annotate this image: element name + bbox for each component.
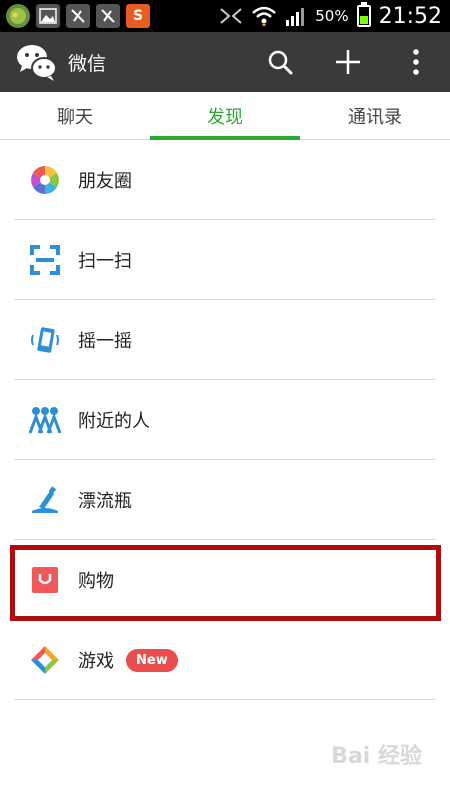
list-item-shake[interactable]: 摇一摇	[0, 300, 450, 380]
list-item-games[interactable]: 游戏 New	[0, 620, 450, 700]
network-activity-icon	[220, 8, 242, 24]
drift-bottle-icon	[28, 483, 62, 517]
wechat-logo-icon	[14, 39, 60, 85]
battery-percent: 50%	[315, 7, 349, 25]
list-item-moments[interactable]: 朋友圈	[0, 140, 450, 220]
list-item-label: 购物	[78, 571, 114, 592]
people-nearby-icon	[28, 403, 62, 437]
list-item-scan[interactable]: 扫一扫	[0, 220, 450, 300]
list-item-label: 附近的人	[78, 411, 150, 432]
search-button[interactable]	[246, 32, 314, 92]
list-item-label: 朋友圈	[78, 171, 132, 192]
games-icon	[28, 643, 62, 677]
app-title: 微信	[68, 52, 107, 75]
add-button[interactable]	[314, 32, 382, 92]
shopping-icon	[28, 563, 62, 597]
tab-contacts[interactable]: 通讯录	[300, 92, 450, 139]
list-item-label: 游戏	[78, 651, 114, 672]
sogou-notification-icon: S	[126, 4, 150, 28]
image-notification-icon	[36, 4, 60, 28]
list-item-drift-bottle[interactable]: 漂流瓶	[0, 460, 450, 540]
status-notifications: S	[0, 4, 150, 28]
tab-discover[interactable]: 发现	[150, 92, 300, 140]
more-button[interactable]	[382, 32, 450, 92]
discover-list: 朋友圈 扫一扫 摇一摇 附近的人 漂流瓶 购物 游戏 New	[0, 140, 450, 700]
app-notification-icon	[6, 4, 30, 28]
list-item-people-nearby[interactable]: 附近的人	[0, 380, 450, 460]
scan-icon	[28, 243, 62, 277]
list-item-label: 扫一扫	[78, 251, 132, 272]
clock: 21:52	[378, 3, 442, 29]
plus-icon	[336, 50, 360, 74]
search-icon	[268, 50, 293, 75]
list-item-label: 漂流瓶	[78, 491, 132, 512]
status-bar: S 50% 21:52	[0, 0, 450, 32]
app-bar: 微信	[0, 32, 450, 92]
list-item-label: 摇一摇	[78, 331, 132, 352]
signal-off-notification-icon	[66, 4, 90, 28]
watermark: Bai 经验	[331, 744, 422, 769]
tab-chats[interactable]: 聊天	[0, 92, 150, 139]
more-icon	[413, 49, 419, 75]
cell-signal-icon	[286, 8, 305, 26]
list-item-shopping[interactable]: 购物	[0, 540, 450, 620]
main-tabs: 聊天 发现 通讯录	[0, 92, 450, 140]
moments-icon	[28, 163, 62, 197]
app-actions	[246, 32, 450, 92]
shake-icon	[28, 323, 62, 357]
new-badge: New	[126, 648, 178, 672]
battery-icon	[356, 2, 371, 27]
wifi-icon	[252, 6, 277, 27]
signal-off-notification-icon-2	[96, 4, 120, 28]
status-system: 50% 21:52	[219, 2, 450, 29]
